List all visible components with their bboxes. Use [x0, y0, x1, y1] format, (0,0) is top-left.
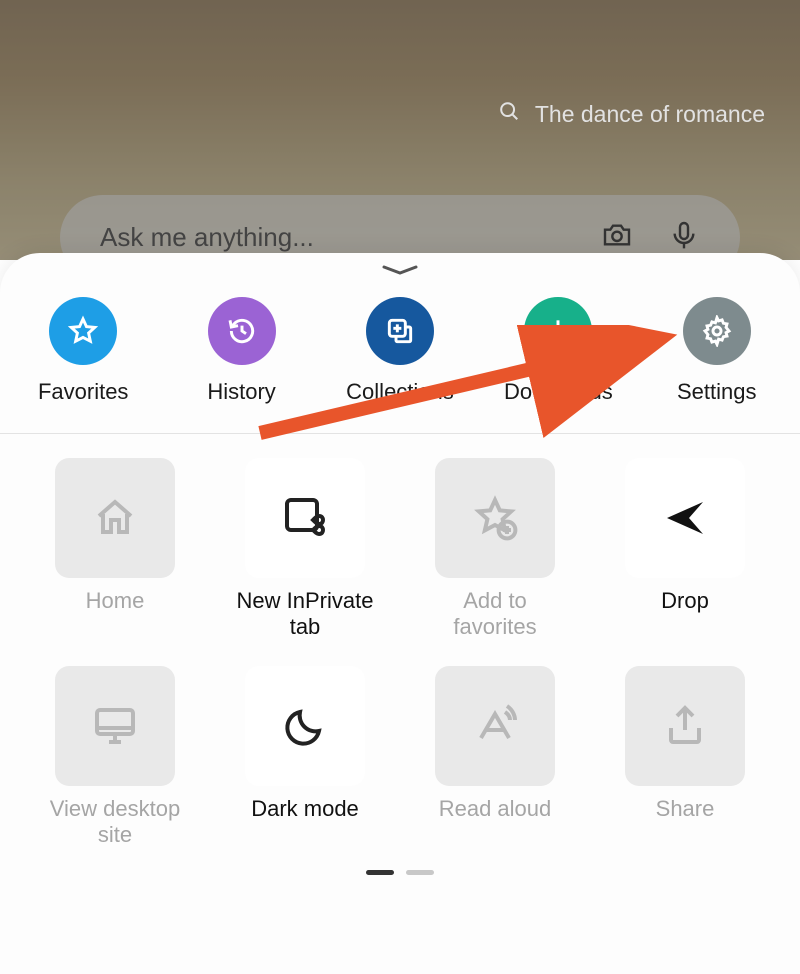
quick-label: Favorites — [38, 379, 128, 405]
grid-label: Add to favorites — [420, 588, 570, 642]
quick-history[interactable]: History — [162, 297, 320, 405]
download-icon — [524, 297, 592, 365]
quick-label: History — [207, 379, 275, 405]
share-icon — [625, 666, 745, 786]
send-icon — [625, 458, 745, 578]
grid-share[interactable]: Share — [610, 666, 760, 850]
grid-label: Home — [86, 588, 145, 642]
star-icon — [49, 297, 117, 365]
history-icon — [208, 297, 276, 365]
mic-icon[interactable] — [668, 219, 700, 256]
grid-dark-mode[interactable]: Dark mode — [230, 666, 380, 850]
grid-label: New InPrivate tab — [230, 588, 380, 642]
grid-label: Share — [656, 796, 715, 850]
quick-label: Collections — [346, 379, 454, 405]
star-add-icon — [435, 458, 555, 578]
grid-add-favorite[interactable]: Add to favorites — [420, 458, 570, 642]
page-indicator[interactable] — [40, 870, 760, 875]
page-dot-2 — [406, 870, 434, 875]
quick-favorites[interactable]: Favorites — [4, 297, 162, 405]
quick-actions-row: Favorites History Collections Downloads — [0, 283, 800, 433]
actions-grid: Home New InPrivate tab Add to favorites … — [0, 434, 800, 875]
search-icon — [498, 100, 520, 128]
camera-icon[interactable] — [601, 219, 633, 256]
gear-icon — [683, 297, 751, 365]
moon-icon — [245, 666, 365, 786]
grid-label: Drop — [661, 588, 709, 642]
quick-label: Settings — [677, 379, 757, 405]
quick-collections[interactable]: Collections — [321, 297, 479, 405]
grid-inprivate[interactable]: New InPrivate tab — [230, 458, 380, 642]
page-dot-1 — [366, 870, 394, 875]
grid-label: Dark mode — [251, 796, 359, 850]
quick-settings[interactable]: Settings — [638, 297, 796, 405]
grid-label: View desktop site — [40, 796, 190, 850]
search-placeholder: Ask me anything... — [100, 222, 601, 253]
top-search-suggestion[interactable]: The dance of romance — [498, 100, 765, 128]
grid-drop[interactable]: Drop — [610, 458, 760, 642]
grid-home[interactable]: Home — [40, 458, 190, 642]
top-search-text: The dance of romance — [535, 101, 765, 128]
home-icon — [55, 458, 175, 578]
monitor-icon — [55, 666, 175, 786]
sheet-grabber[interactable] — [0, 253, 800, 283]
bottom-sheet: Favorites History Collections Downloads — [0, 253, 800, 974]
quick-downloads[interactable]: Downloads — [479, 297, 637, 405]
read-aloud-icon — [435, 666, 555, 786]
grid-label: Read aloud — [439, 796, 552, 850]
grid-desktop-site[interactable]: View desktop site — [40, 666, 190, 850]
collections-icon — [366, 297, 434, 365]
quick-label: Downloads — [504, 379, 613, 405]
grid-read-aloud[interactable]: Read aloud — [420, 666, 570, 850]
inprivate-icon — [245, 458, 365, 578]
